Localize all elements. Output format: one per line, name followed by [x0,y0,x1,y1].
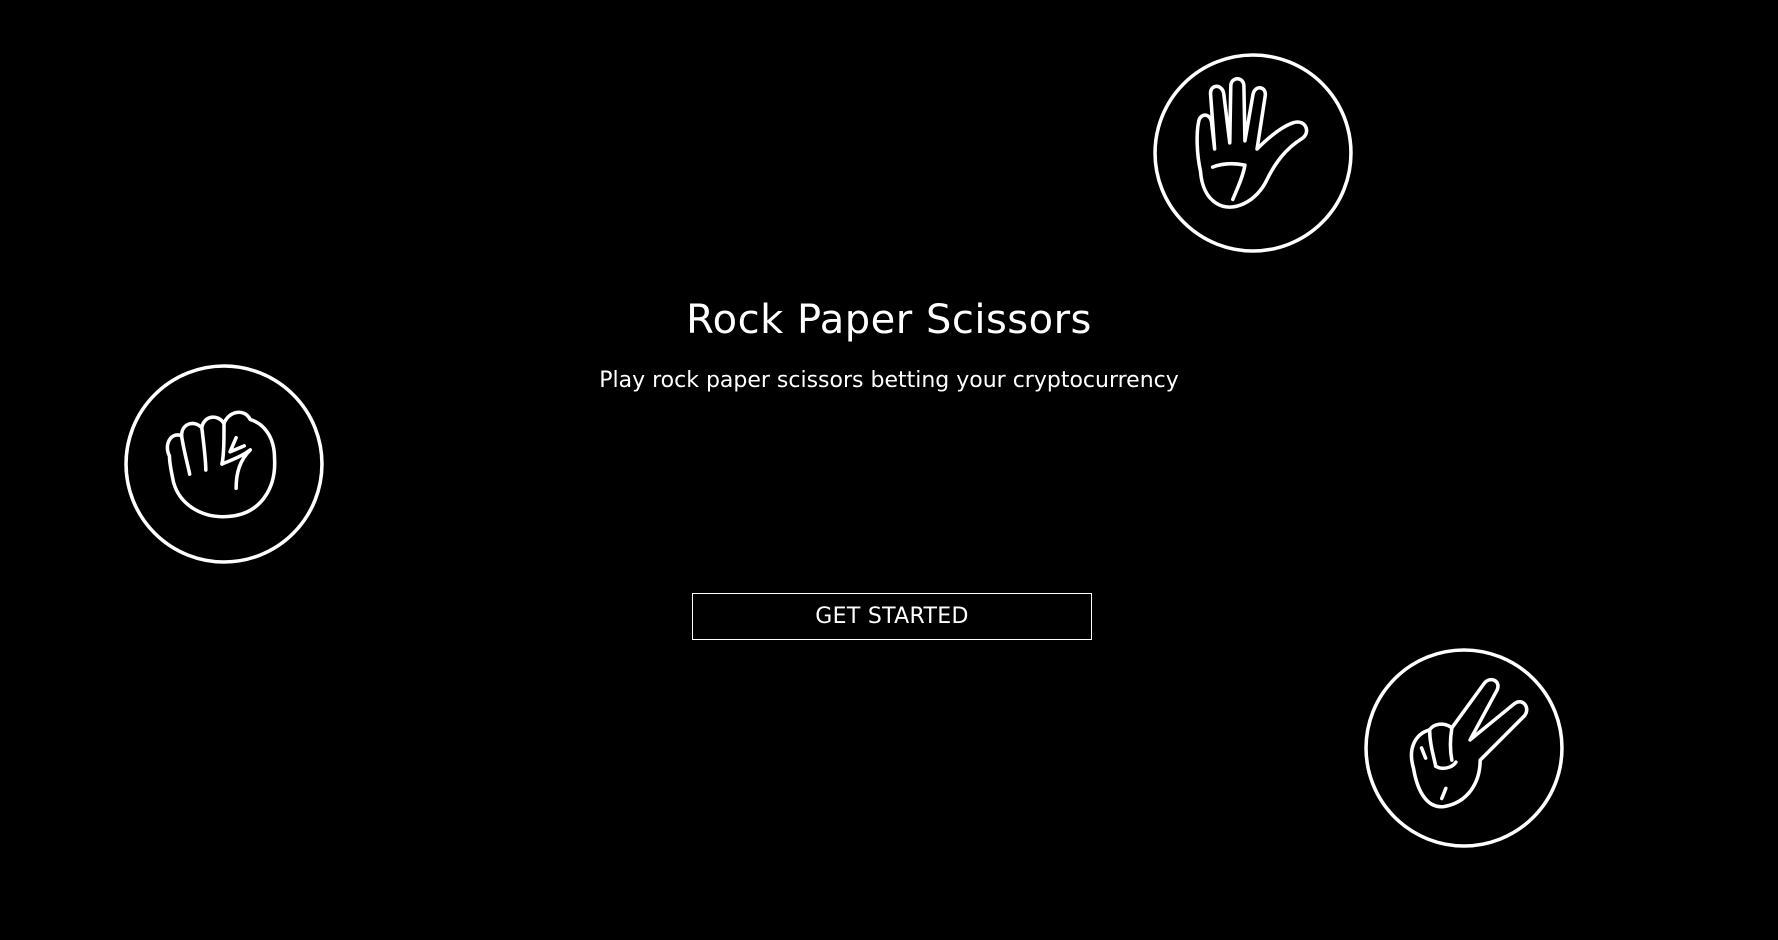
get-started-button[interactable]: GET STARTED [692,593,1092,640]
page-subtitle: Play rock paper scissors betting your cr… [599,368,1179,393]
peace-hand-icon [1363,647,1565,849]
landing-hero: Rock Paper Scissors Play rock paper scis… [0,0,1778,940]
get-started-label: GET STARTED [815,604,969,629]
page-title: Rock Paper Scissors [686,297,1092,343]
open-hand-icon [1152,52,1354,254]
